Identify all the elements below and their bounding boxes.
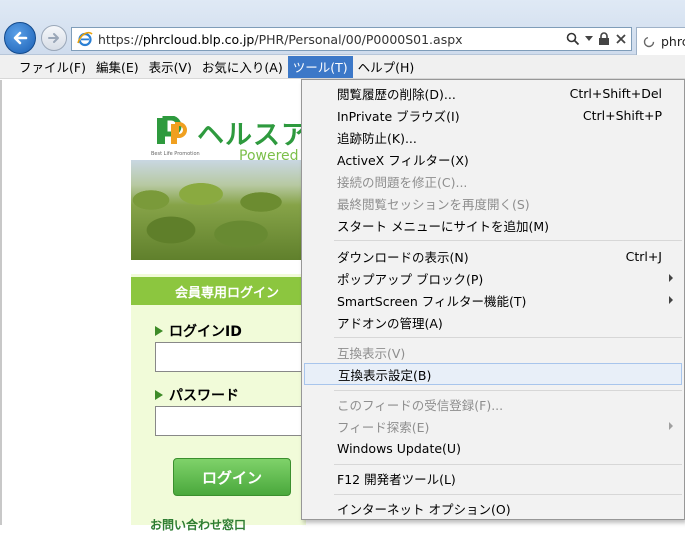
shortcut-label: Ctrl+Shift+P bbox=[582, 107, 662, 123]
login-id-label: ログインID bbox=[155, 321, 242, 341]
logo-mark-icon bbox=[157, 116, 187, 144]
menu-compat-view-settings[interactable]: 互換表示設定(B) bbox=[304, 363, 682, 385]
login-header-label: 会員専用ログイン bbox=[175, 285, 280, 301]
triangle-bullet-icon bbox=[155, 326, 163, 336]
address-bar-row: https://phrcloud.blp.co.jp/PHR/Personal/… bbox=[0, 0, 685, 55]
login-header: 会員専用ログイン bbox=[131, 277, 306, 305]
menu-help[interactable]: ヘルプ(H) bbox=[353, 56, 420, 78]
menu-separator bbox=[334, 464, 682, 465]
menu-file[interactable]: ファイル(F) bbox=[14, 56, 91, 78]
tools-menu-dropdown: 閲覧履歴の削除(D)... Ctrl+Shift+Del InPrivate ブ… bbox=[301, 79, 685, 520]
password-input[interactable] bbox=[155, 406, 306, 436]
menu-add-to-start[interactable]: スタート メニューにサイトを追加(M) bbox=[304, 214, 682, 236]
menu-popup-blocker[interactable]: ポップアップ ブロック(P) bbox=[304, 267, 682, 289]
menu-separator bbox=[334, 337, 682, 338]
menu-smartscreen[interactable]: SmartScreen フィルター機能(T) bbox=[304, 289, 682, 311]
menu-tracking-protection[interactable]: 追跡防止(K)... bbox=[304, 126, 682, 148]
stop-icon[interactable] bbox=[615, 33, 627, 45]
menu-internet-options[interactable]: インターネット オプション(O) bbox=[304, 497, 682, 519]
menu-separator bbox=[334, 240, 682, 241]
page-left-border bbox=[0, 80, 2, 525]
menu-favorites[interactable]: お気に入り(A) bbox=[197, 56, 288, 78]
menu-manage-addons[interactable]: アドオンの管理(A) bbox=[304, 311, 682, 333]
login-button[interactable]: ログイン bbox=[173, 458, 291, 496]
logo-subtitle: Best Life Promotion bbox=[151, 151, 200, 157]
back-arrow-icon bbox=[13, 31, 28, 45]
menu-reopen-session: 最終閲覧セッションを再度開く(S) bbox=[337, 196, 530, 212]
login-id-input[interactable] bbox=[155, 342, 306, 372]
menu-fix-connection: 接続の問題を修正(C)... bbox=[337, 174, 468, 190]
shortcut-label: Ctrl+Shift+Del bbox=[569, 85, 662, 101]
search-icon[interactable] bbox=[566, 32, 580, 46]
tab-title: phrc bbox=[661, 34, 685, 49]
url-field[interactable]: https://phrcloud.blp.co.jp/PHR/Personal/… bbox=[71, 27, 632, 51]
submenu-arrow-icon bbox=[669, 296, 673, 304]
ie-page-icon bbox=[76, 30, 94, 48]
triangle-bullet-icon bbox=[155, 390, 163, 400]
menu-feed-discovery: フィード探索(E) bbox=[304, 415, 682, 437]
menu-subscribe-feed: このフィードの受信登録(F)... bbox=[337, 397, 504, 413]
submenu-arrow-icon bbox=[669, 274, 673, 282]
browser-tab[interactable]: phrc bbox=[636, 27, 685, 55]
logo-text: ヘルスア bbox=[197, 120, 306, 151]
menu-inprivate[interactable]: InPrivate ブラウズ(I) Ctrl+Shift+P bbox=[304, 104, 682, 126]
lock-icon[interactable] bbox=[598, 32, 610, 46]
shortcut-label: Ctrl+J bbox=[625, 248, 662, 264]
menu-delete-history[interactable]: 閲覧履歴の削除(D)... Ctrl+Shift+Del bbox=[304, 82, 682, 104]
menu-tools[interactable]: ツール(T) bbox=[287, 55, 353, 78]
menu-bar: ファイル(F) 編集(E) 表示(V) お気に入り(A) ツール(T) ヘルプ(… bbox=[0, 55, 685, 79]
password-label: パスワード bbox=[155, 385, 239, 405]
menu-view-downloads[interactable]: ダウンロードの表示(N) Ctrl+J bbox=[304, 245, 682, 267]
menu-windows-update[interactable]: Windows Update(U) bbox=[304, 437, 682, 459]
menu-compat-view: 互換表示(V) bbox=[337, 345, 406, 361]
forward-arrow-icon bbox=[48, 33, 59, 43]
url-text: https://phrcloud.blp.co.jp/PHR/Personal/… bbox=[98, 31, 463, 47]
menu-f12-devtools[interactable]: F12 開発者ツール(L) bbox=[304, 467, 682, 489]
back-button[interactable] bbox=[4, 22, 36, 54]
menu-separator bbox=[334, 390, 682, 391]
dropdown-arrow-icon[interactable] bbox=[585, 36, 593, 42]
menu-separator bbox=[334, 494, 682, 495]
menu-activex-filter[interactable]: ActiveX フィルター(X) bbox=[304, 148, 682, 170]
menu-edit[interactable]: 編集(E) bbox=[91, 56, 144, 78]
banner-trees-image bbox=[131, 160, 306, 260]
site-banner: Best Life Promotion ヘルスア Powered bbox=[131, 100, 306, 260]
forward-button[interactable] bbox=[41, 25, 67, 51]
loading-icon bbox=[643, 36, 655, 47]
menu-view[interactable]: 表示(V) bbox=[144, 56, 197, 78]
submenu-arrow-icon bbox=[669, 422, 673, 430]
